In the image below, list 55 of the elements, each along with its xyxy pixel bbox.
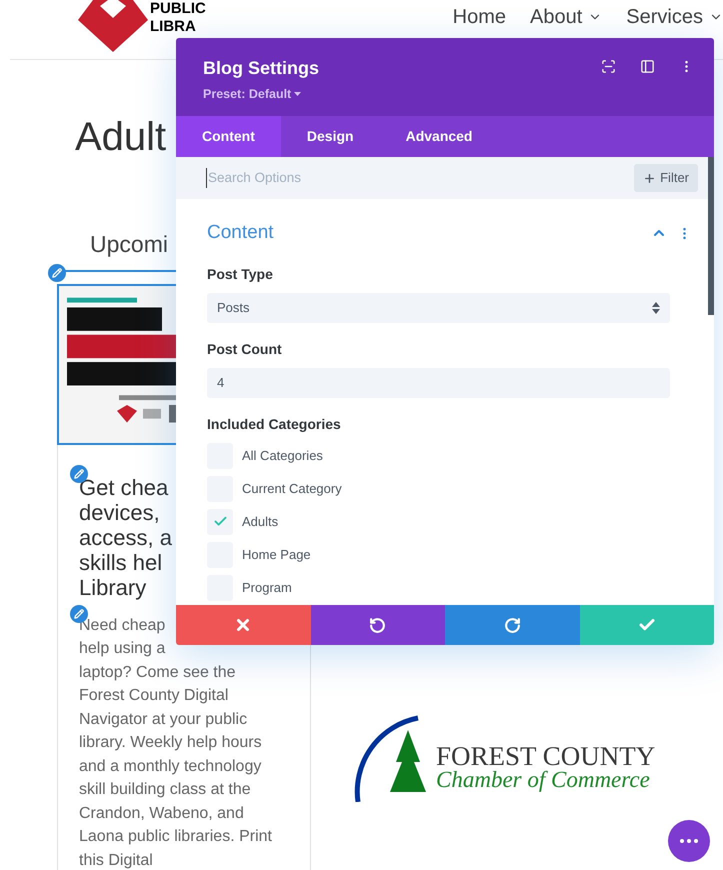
checkbox-label: Adults [242, 512, 278, 531]
filter-button[interactable]: Filter [634, 164, 698, 192]
nav-link[interactable]: Services [626, 2, 723, 32]
undo-icon [369, 616, 386, 634]
library-logo[interactable]: PUBLIC LIBRA [78, 0, 206, 52]
preset-dropdown[interactable]: Preset: Default [203, 85, 319, 104]
nav-link[interactable]: About [530, 2, 602, 32]
search-input[interactable]: Search Options [206, 168, 634, 188]
scrollbar[interactable] [708, 157, 714, 315]
sidebar-icon [640, 59, 655, 74]
more-icon [680, 839, 698, 843]
excerpt-line: and a monthly technology [79, 756, 262, 776]
excerpt-line: this Digital [79, 850, 153, 870]
plus-icon [643, 172, 656, 184]
tab[interactable]: Advanced [380, 116, 498, 157]
save-button[interactable] [580, 605, 714, 645]
checkbox[interactable] [207, 508, 233, 534]
excerpt-line: laptop? Come see the [79, 662, 236, 682]
checkbox-label: Program [242, 578, 292, 597]
tab[interactable]: Content [176, 116, 281, 157]
redo-icon [504, 616, 521, 634]
post-type-select[interactable]: Posts [207, 292, 670, 322]
post-count-input[interactable]: 4 [207, 368, 670, 398]
logo-text: PUBLIC [150, 0, 206, 18]
tab[interactable]: Design [280, 116, 380, 157]
checkbox-label: Home Page [242, 546, 311, 564]
field-label: Post Type [207, 264, 274, 284]
logo-text: LIBRA [150, 18, 197, 36]
edit-icon[interactable] [48, 264, 66, 282]
nav-link[interactable]: Home [452, 2, 506, 32]
section-title[interactable]: Content [207, 219, 274, 248]
field-label: Included Categories [207, 414, 342, 434]
excerpt-line: Crandon, Wabeno, and [79, 804, 244, 824]
checkbox-label: All Categories [242, 446, 323, 465]
excerpt-line: help using a [79, 639, 166, 659]
modal-title: Blog Settings [203, 57, 319, 80]
more-button[interactable] [668, 820, 710, 862]
excerpt-line: Navigator at your public [79, 710, 248, 730]
expand-icon [601, 59, 616, 74]
redo-button[interactable] [445, 605, 580, 645]
excerpt-line: Forest County Digital [79, 686, 228, 706]
page-title: Adult [75, 115, 166, 159]
field-label: Post Count [207, 340, 283, 358]
undo-button[interactable] [310, 605, 445, 645]
checkbox-label: Current Category [242, 480, 342, 498]
excerpt-line: skill building class at the [79, 780, 251, 800]
post-title[interactable]: Get chea devices, access, a skills hel Library [79, 474, 172, 600]
logo-text: Chamber of Commerce [436, 768, 651, 792]
caret-icon [294, 92, 302, 96]
search-field[interactable]: Search Options Filter [176, 157, 708, 199]
cancel-button[interactable] [176, 605, 310, 645]
excerpt-line: library. Weekly help hours [79, 733, 262, 753]
sort-icon [652, 302, 660, 314]
logo-text: FOREST COUNTY [436, 744, 656, 768]
excerpt-line: Laona public libraries. Print [79, 827, 272, 847]
